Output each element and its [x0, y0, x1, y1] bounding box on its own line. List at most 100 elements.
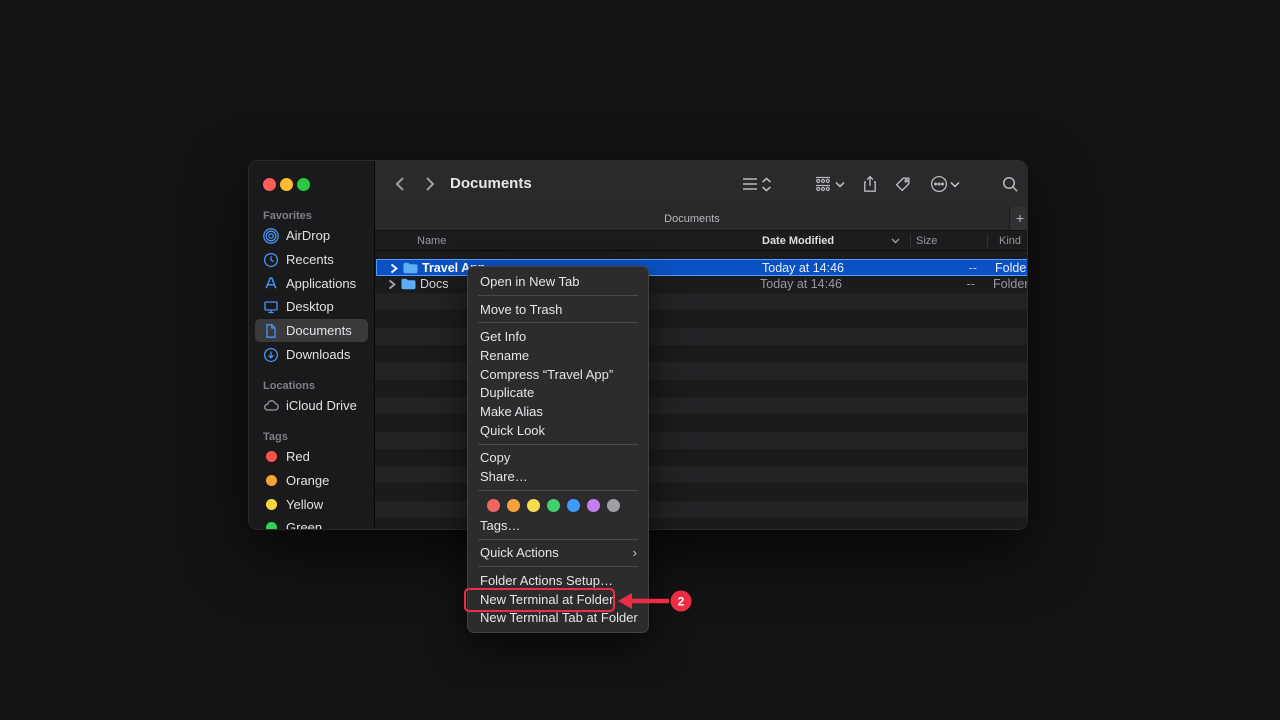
sidebar-item-label: iCloud Drive: [286, 398, 357, 413]
sidebar-item-label: Green: [286, 520, 322, 530]
applications-icon: [263, 275, 279, 291]
sidebar-item-downloads[interactable]: Downloads: [255, 344, 368, 365]
column-header-kind[interactable]: Kind: [999, 231, 1021, 251]
menu-item-quick-actions[interactable]: Quick Actions ›: [468, 544, 648, 563]
file-kind: Folder: [995, 260, 1028, 277]
sidebar-item-label: Yellow: [286, 497, 323, 512]
document-icon: [263, 323, 279, 339]
tab-bar: Documents +: [375, 207, 1028, 231]
download-icon: [263, 347, 279, 363]
desktop-icon: [263, 299, 279, 315]
sidebar-item-tag-yellow[interactable]: Yellow: [255, 494, 368, 515]
tag-icon[interactable]: [891, 174, 913, 194]
menu-item-open-in-new-tab[interactable]: Open in New Tab: [468, 272, 648, 291]
annotation-highlight-box: [464, 588, 615, 612]
menu-separator: [478, 566, 638, 567]
sidebar-item-documents[interactable]: Documents: [255, 319, 368, 342]
sidebar-item-tag-green[interactable]: Green: [255, 517, 368, 530]
menu-item-share[interactable]: Share…: [468, 467, 648, 486]
menu-item-tags[interactable]: Tags…: [468, 516, 648, 535]
menu-item-duplicate[interactable]: Duplicate: [468, 383, 648, 402]
sidebar-item-label: Recents: [286, 252, 334, 267]
close-window-button[interactable]: [263, 178, 276, 191]
orange-tag-icon: [266, 475, 277, 486]
sidebar-item-tag-red[interactable]: Red: [255, 446, 368, 467]
column-header-name[interactable]: Name: [417, 231, 446, 251]
sidebar-item-recents[interactable]: Recents: [255, 249, 368, 270]
menu-item-compress[interactable]: Compress “Travel App”: [468, 365, 648, 384]
menu-item-move-to-trash[interactable]: Move to Trash: [468, 300, 648, 319]
menu-item-rename[interactable]: Rename: [468, 346, 648, 365]
menu-item-make-alias[interactable]: Make Alias: [468, 402, 648, 421]
menu-separator: [478, 295, 638, 296]
add-tab-button[interactable]: +: [1009, 207, 1028, 230]
arrow-left-head: [618, 593, 632, 609]
sidebar-item-desktop[interactable]: Desktop: [255, 296, 368, 317]
chevron-down-icon[interactable]: [949, 174, 961, 194]
sidebar-section-tags: Tags: [263, 431, 288, 444]
file-size: --: [911, 260, 977, 277]
file-date-modified: Today at 14:46: [762, 260, 844, 277]
yellow-tag-dot[interactable]: [527, 499, 540, 512]
zoom-window-button[interactable]: [297, 178, 310, 191]
menu-separator: [478, 539, 638, 540]
disclosure-chevron-icon[interactable]: [390, 262, 400, 275]
search-icon[interactable]: [999, 174, 1021, 194]
disclosure-chevron-icon[interactable]: [388, 278, 398, 291]
sidebar: Favorites AirDrop Recents Applications: [249, 161, 374, 530]
window-title: Documents: [450, 161, 532, 207]
file-name: Docs: [420, 276, 448, 293]
sidebar-item-label: Downloads: [286, 347, 350, 362]
blue-tag-dot[interactable]: [567, 499, 580, 512]
column-header-date-modified[interactable]: Date Modified: [762, 231, 834, 251]
folder-icon: [403, 262, 418, 275]
menu-item-get-info[interactable]: Get Info: [468, 327, 648, 346]
red-tag-dot[interactable]: [487, 499, 500, 512]
step-badge-number: 2: [678, 594, 685, 608]
file-size: --: [909, 276, 975, 293]
forward-button[interactable]: [420, 174, 440, 194]
column-header-size[interactable]: Size: [916, 231, 937, 251]
green-tag-icon: [266, 522, 277, 530]
context-menu: Open in New Tab Move to Trash Get Info R…: [467, 266, 649, 633]
green-tag-dot[interactable]: [547, 499, 560, 512]
share-icon[interactable]: [859, 174, 881, 194]
sidebar-item-applications[interactable]: Applications: [255, 273, 368, 294]
sidebar-section-favorites: Favorites: [263, 210, 312, 223]
minimize-window-button[interactable]: [280, 178, 293, 191]
menu-item-quick-look[interactable]: Quick Look: [468, 421, 648, 440]
sidebar-item-label: Documents: [286, 323, 352, 338]
file-kind: Folder: [993, 276, 1028, 293]
more-actions-icon[interactable]: [928, 174, 950, 194]
gray-tag-dot[interactable]: [607, 499, 620, 512]
column-divider: [910, 234, 911, 248]
folder-icon: [401, 278, 416, 291]
sidebar-section-locations: Locations: [263, 380, 315, 393]
sidebar-item-icloud-drive[interactable]: Red iCloud Drive: [255, 395, 368, 416]
column-header-row: Name Date Modified Size Kind: [375, 231, 1028, 251]
red-tag-icon: [266, 451, 277, 462]
cloud-icon: [263, 398, 279, 414]
sidebar-item-tag-orange[interactable]: Orange: [255, 470, 368, 491]
purple-tag-dot[interactable]: [587, 499, 600, 512]
view-updown-chevrons-icon[interactable]: [760, 174, 773, 194]
tab-documents[interactable]: Documents: [375, 207, 1009, 231]
column-divider: [987, 234, 988, 248]
clock-icon: [263, 252, 279, 268]
submenu-chevron-icon: ›: [633, 545, 637, 560]
sidebar-item-label: AirDrop: [286, 228, 330, 243]
sidebar-item-airdrop[interactable]: AirDrop: [255, 225, 368, 246]
screenshot-stage: Favorites AirDrop Recents Applications: [0, 0, 1280, 720]
menu-separator: [478, 444, 638, 445]
sidebar-item-label: Desktop: [286, 299, 334, 314]
sort-chevron-down-icon: [889, 237, 901, 245]
chevron-down-icon[interactable]: [834, 174, 846, 194]
back-button[interactable]: [390, 174, 410, 194]
menu-item-copy[interactable]: Copy: [468, 449, 648, 468]
toolbar: Documents: [375, 161, 1028, 207]
group-view-icon[interactable]: [812, 174, 834, 194]
orange-tag-dot[interactable]: [507, 499, 520, 512]
menu-tag-color-row: [468, 495, 648, 516]
list-view-icon[interactable]: [739, 174, 761, 194]
yellow-tag-icon: [266, 499, 277, 510]
